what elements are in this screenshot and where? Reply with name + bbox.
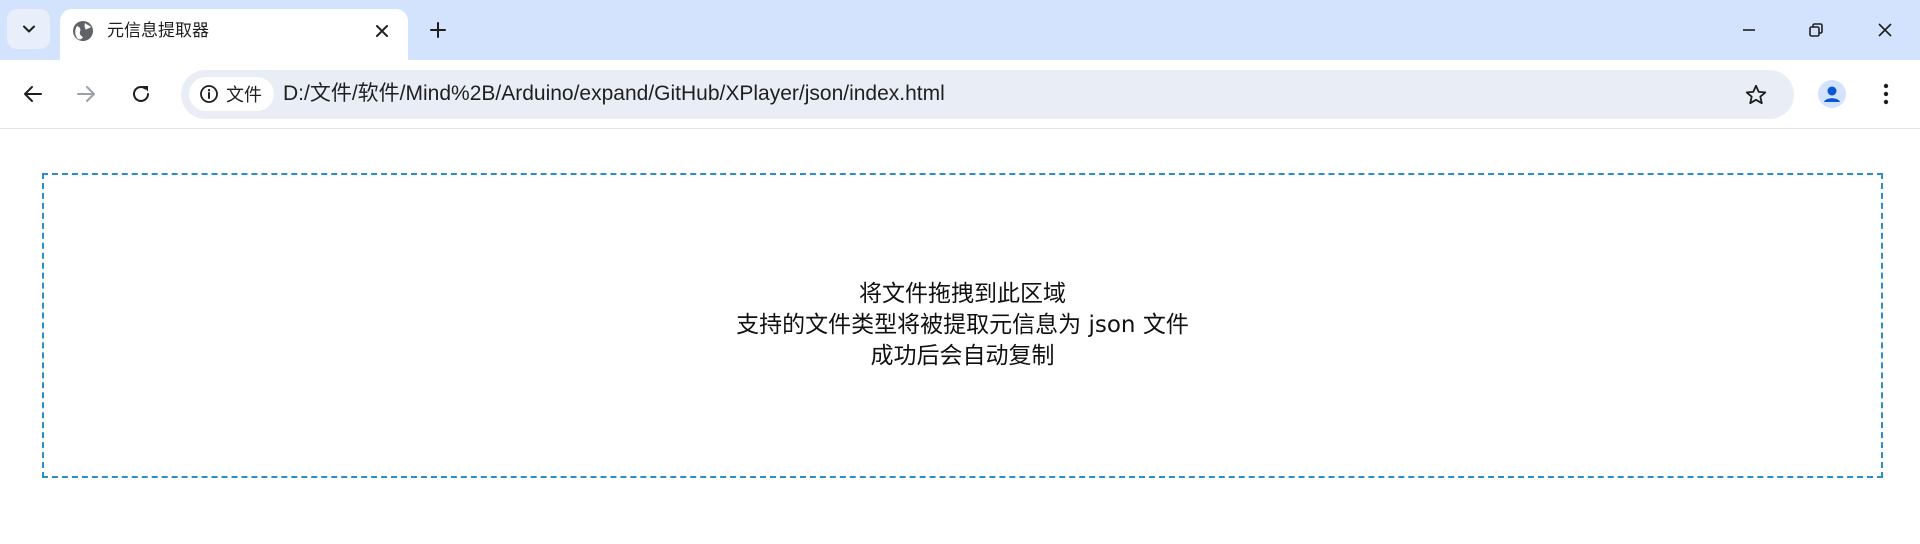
file-drop-zone[interactable]: 将文件拖拽到此区域 支持的文件类型将被提取元信息为 json 文件 成功后会自动… [42, 173, 1883, 478]
arrow-right-icon [77, 86, 95, 102]
chevron-down-icon [22, 25, 35, 33]
globe-icon [73, 21, 93, 41]
tab-close-button[interactable] [369, 18, 395, 44]
avatar-icon [1818, 80, 1846, 108]
url-text[interactable]: D:/文件/软件/Mind%2B/Arduino/expand/GitHub/X… [283, 82, 945, 106]
restore-button[interactable] [1800, 14, 1832, 46]
close-icon [1878, 23, 1892, 37]
site-info-chip[interactable]: 文件 [189, 77, 274, 111]
tab-search-button[interactable] [7, 9, 50, 49]
profile-button[interactable] [1814, 76, 1850, 112]
star-icon [1745, 84, 1767, 105]
site-info-label: 文件 [226, 85, 262, 106]
browser-menu-button[interactable] [1868, 76, 1904, 112]
back-button[interactable] [15, 76, 51, 112]
reload-icon [133, 85, 149, 102]
browser-toolbar: 文件 D:/文件/软件/Mind%2B/Arduino/expand/GitHu… [0, 60, 1920, 129]
restore-icon [1809, 23, 1823, 37]
address-bar[interactable]: 文件 D:/文件/软件/Mind%2B/Arduino/expand/GitHu… [181, 70, 1794, 119]
close-window-button[interactable] [1869, 14, 1901, 46]
forward-button[interactable] [68, 76, 104, 112]
minimize-icon [1743, 29, 1755, 31]
supported-types-note: 支持的文件类型将被提取元信息为 json 文件 [736, 312, 1189, 338]
plus-icon [430, 22, 446, 38]
drop-instruction: 将文件拖拽到此区域 [859, 281, 1066, 307]
more-vertical-icon [1883, 83, 1889, 105]
minimize-button[interactable] [1733, 14, 1765, 46]
tab-title: 元信息提取器 [107, 21, 209, 41]
reload-button[interactable] [123, 76, 159, 112]
tab-strip: 元信息提取器 [0, 0, 1920, 60]
info-icon [200, 85, 218, 103]
active-tab[interactable]: 元信息提取器 [60, 9, 408, 60]
new-tab-button[interactable] [423, 15, 453, 45]
auto-copy-note: 成功后会自动复制 [870, 343, 1055, 369]
arrow-left-icon [24, 86, 42, 102]
bookmark-button[interactable] [1742, 81, 1770, 109]
close-icon [376, 25, 388, 37]
